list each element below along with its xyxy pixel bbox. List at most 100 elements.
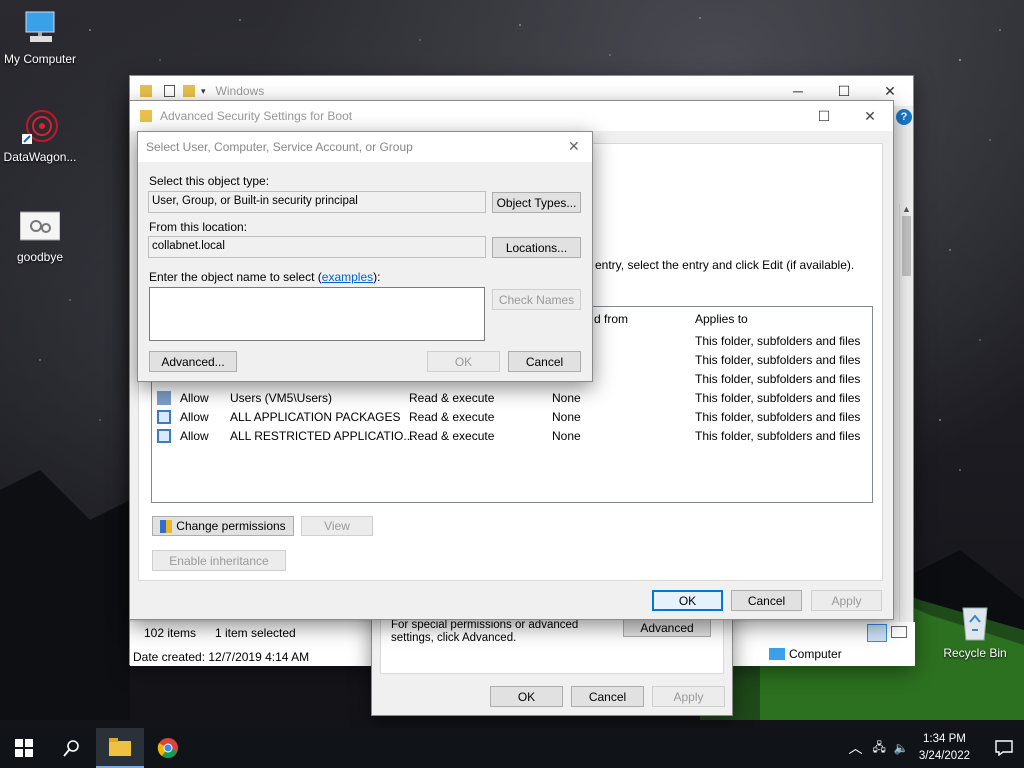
status-item-count: 102 items: [144, 626, 197, 640]
volume-icon[interactable]: 🔈: [894, 741, 909, 755]
inherited-cell: None: [552, 429, 581, 443]
enable-inheritance-button[interactable]: Enable inheritance: [152, 550, 286, 571]
desktop-icon-goodbye[interactable]: goodbye: [0, 206, 80, 264]
desktop-icon-datawagon[interactable]: DataWagon...: [0, 106, 80, 164]
special-permissions-text: For special permissions or advanced sett…: [391, 619, 579, 644]
clock[interactable]: 1:34 PM 3/24/2022: [919, 731, 970, 765]
window-title: Windows: [215, 84, 265, 98]
computer-icon: [20, 8, 60, 48]
advanced-button[interactable]: Advanced...: [149, 351, 237, 372]
type-cell: Allow: [180, 410, 209, 424]
users-icon: [157, 391, 171, 405]
search-button[interactable]: [48, 728, 96, 768]
explorer-scrollbar[interactable]: ▲ ▼: [899, 204, 913, 654]
chevron-up-icon[interactable]: ︿: [848, 738, 862, 758]
help-icon[interactable]: ?: [896, 109, 912, 125]
properties-advanced-button[interactable]: Advanced: [623, 619, 711, 637]
ok-button[interactable]: OK: [652, 590, 723, 611]
details-view-icon[interactable]: [867, 624, 887, 642]
scroll-thumb[interactable]: [902, 216, 911, 276]
maximize-button[interactable]: ☐: [801, 101, 847, 131]
principal-cell: ALL RESTRICTED APPLICATIO...: [230, 429, 414, 443]
quick-access-dropdown-icon[interactable]: ▾: [201, 86, 206, 97]
inherited-cell: None: [552, 391, 581, 405]
applies-to-cell: This folder, subfolders and files: [695, 372, 861, 386]
list-item[interactable]: Allow Users (VM5\Users) Read & execute N…: [152, 389, 872, 408]
locations-button[interactable]: Locations...: [492, 237, 581, 258]
permission-info-text: entry, select the entry and click Edit (…: [595, 258, 855, 272]
change-permissions-label: Change permissions: [176, 519, 286, 533]
network-icon[interactable]: 🖧: [872, 738, 885, 759]
object-types-button[interactable]: Object Types...: [492, 192, 581, 213]
close-icon[interactable]: ✕: [568, 138, 580, 155]
uac-shield-icon: [160, 519, 173, 533]
cancel-button[interactable]: Cancel: [508, 351, 581, 372]
column-header-applies[interactable]: Applies to: [695, 312, 748, 326]
access-cell: Read & execute: [409, 391, 495, 405]
recycle-bin-icon: [955, 602, 995, 642]
settings-file-icon: [19, 206, 61, 246]
column-header-inherited[interactable]: d from: [594, 312, 628, 326]
desktop-icon-label: DataWagon...: [3, 150, 77, 164]
properties-ok-button[interactable]: OK: [490, 686, 563, 707]
applies-to-cell: This folder, subfolders and files: [695, 334, 861, 348]
properties-icon[interactable]: [164, 85, 175, 97]
desktop-icon-recycle-bin[interactable]: Recycle Bin: [935, 602, 1015, 660]
scroll-up-icon[interactable]: ▲: [900, 204, 913, 214]
object-name-input[interactable]: [149, 287, 485, 341]
new-folder-icon[interactable]: [183, 85, 195, 97]
list-item[interactable]: Allow ALL RESTRICTED APPLICATIO... Read …: [152, 427, 872, 446]
enter-name-suffix: ):: [373, 270, 381, 284]
advanced-security-titlebar: Advanced Security Settings for Boot ☐ ✕: [130, 101, 893, 131]
status-date-created: Date created: 12/7/2019 4:14 AM: [133, 650, 310, 664]
object-type-field: User, Group, or Built-in security princi…: [148, 191, 486, 213]
access-cell: Read & execute: [409, 410, 495, 424]
applies-to-cell: This folder, subfolders and files: [695, 353, 861, 367]
folder-icon: [140, 110, 152, 122]
object-type-label: Select this object type:: [149, 174, 270, 188]
folder-icon: [109, 738, 131, 756]
clock-time: 1:34 PM: [923, 733, 966, 745]
inherited-cell: None: [552, 410, 581, 424]
start-button[interactable]: [0, 728, 48, 768]
view-button[interactable]: View: [301, 516, 373, 536]
cancel-button[interactable]: Cancel: [731, 590, 802, 611]
status-area-right: Computer: [733, 622, 915, 666]
computer-small-icon: [769, 648, 785, 660]
apply-button[interactable]: Apply: [811, 590, 882, 611]
notification-icon: [995, 740, 1013, 756]
folder-icon: [140, 85, 152, 97]
enter-name-prefix: Enter the object name to select (: [149, 270, 322, 284]
location-label: From this location:: [149, 220, 248, 234]
principal-cell: ALL APPLICATION PACKAGES: [230, 410, 401, 424]
dialog-title: Select User, Computer, Service Account, …: [146, 140, 413, 154]
file-explorer-taskbar-button[interactable]: [96, 728, 144, 768]
chrome-taskbar-button[interactable]: [144, 728, 192, 768]
ok-button[interactable]: OK: [427, 351, 500, 372]
desktop-icon-label: My Computer: [3, 52, 77, 66]
datawagon-icon: [20, 106, 60, 146]
applies-to-cell: This folder, subfolders and files: [695, 429, 861, 443]
desktop-icon-my-computer[interactable]: My Computer: [0, 8, 80, 66]
properties-apply-button[interactable]: Apply: [652, 686, 725, 707]
large-icons-view-icon[interactable]: [891, 626, 907, 638]
applies-to-cell: This folder, subfolders and files: [695, 410, 861, 424]
search-icon: [63, 740, 79, 757]
clock-date: 3/24/2022: [918, 750, 970, 762]
access-cell: Read & execute: [409, 429, 495, 443]
notifications-button[interactable]: [984, 728, 1024, 768]
status-selected: 1 item selected: [215, 626, 296, 640]
check-names-button[interactable]: Check Names: [492, 289, 581, 310]
list-item[interactable]: Allow ALL APPLICATION PACKAGES Read & ex…: [152, 408, 872, 427]
properties-cancel-button[interactable]: Cancel: [571, 686, 644, 707]
examples-link[interactable]: examples: [322, 270, 373, 284]
close-button[interactable]: ✕: [847, 101, 893, 131]
applies-to-cell: This folder, subfolders and files: [695, 391, 861, 405]
window-title: Advanced Security Settings for Boot: [160, 109, 353, 123]
enter-name-label: Enter the object name to select (example…: [149, 270, 380, 284]
change-permissions-button[interactable]: Change permissions: [152, 516, 294, 536]
location-field: collabnet.local: [148, 236, 486, 258]
principal-cell: Users (VM5\Users): [230, 391, 333, 405]
type-cell: Allow: [180, 391, 209, 405]
chrome-icon: [157, 738, 178, 758]
